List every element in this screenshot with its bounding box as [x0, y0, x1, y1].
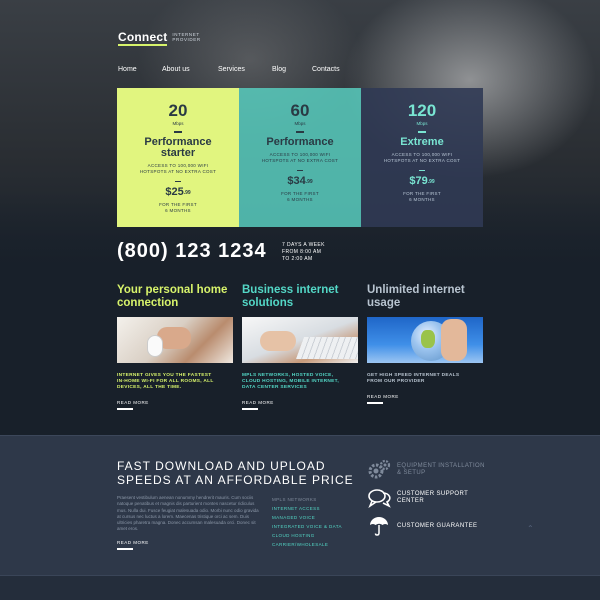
link-item[interactable]: CLOUD HOSTING [272, 531, 342, 540]
logo-wordmark: Connect [118, 30, 168, 46]
keyboard-shape [295, 337, 358, 359]
nav-item-blog[interactable]: Blog [272, 66, 312, 73]
feature-text: GET HIGH SPEED INTERNET DEALS FROM OUR P… [367, 373, 460, 384]
nav-item-services[interactable]: Services [218, 66, 272, 73]
feature-title: Your personal home connection [117, 284, 228, 309]
plan-unit: Mbps [172, 121, 184, 126]
service-label: CUSTOMER SUPPORT CENTER [397, 491, 469, 504]
service-item-support[interactable]: CUSTOMER SUPPORT CENTER [367, 484, 487, 512]
service-label: EQUIPMENT INSTALLATION & SETUP [397, 463, 485, 476]
read-more-link[interactable]: READ MORE [367, 394, 399, 404]
link-item[interactable]: INTERNET ACCESS [272, 504, 342, 513]
feature-title: Business internet solutions [242, 284, 339, 309]
plan-price: $34.99 [287, 175, 313, 187]
plan-name: Performance [266, 135, 334, 148]
main-nav: Home About us Services Blog Contacts [118, 66, 340, 73]
logo[interactable]: Connect INTERNET PROVIDER [118, 30, 206, 46]
plan-card-performance[interactable]: 60 Mbps Performance ACCESS TO 100,000 WI… [239, 88, 361, 227]
plan-note: FOR THE FIRST 6 MONTHS [159, 202, 197, 213]
section-paragraph: Praesent vestibulum aenean nonummy hendr… [117, 495, 259, 532]
nav-item-home[interactable]: Home [118, 66, 162, 73]
plan-speed: 120 [407, 101, 437, 120]
service-item-guarantee[interactable]: CUSTOMER GUARANTEE [367, 512, 487, 540]
read-more-link[interactable]: READ MORE [117, 540, 149, 550]
feature-home-connection: Your personal home connection INTERNET G… [117, 284, 233, 410]
feature-text: MPLS NETWORKS, HOSTED VOICE, CLOUD HOSTI… [242, 373, 339, 390]
service-list: EQUIPMENT INSTALLATION & SETUP CUSTOMER … [367, 456, 487, 540]
feature-business-solutions: Business internet solutions MPLS NETWORK… [242, 284, 358, 410]
plan-name: Performance starter [144, 135, 212, 159]
feature-unlimited-usage: Unlimited internet usage GET HIGH SPEED … [367, 284, 483, 404]
plan-card-extreme[interactable]: 120 Mbps Extreme ACCESS TO 100,000 WIFI … [361, 88, 483, 227]
divider [419, 169, 425, 171]
plan-price: $25.99 [165, 186, 191, 198]
plan-description: ACCESS TO 100,000 WIFI HOTSPOTS AT NO EX… [261, 151, 339, 163]
service-label: CUSTOMER GUARANTEE [397, 522, 478, 529]
read-more-link[interactable]: READ MORE [242, 400, 274, 410]
feature-title: Unlimited internet usage [367, 284, 465, 309]
bottom-section: FAST DOWNLOAD AND UPLOAD SPEEDS AT AN AF… [0, 435, 600, 575]
plan-note: FOR THE FIRST 6 MONTHS [281, 191, 319, 202]
nav-item-about[interactable]: About us [162, 66, 218, 73]
plan-description: ACCESS TO 100,000 WIFI HOTSPOTS AT NO EX… [139, 162, 217, 174]
service-item-equipment[interactable]: EQUIPMENT INSTALLATION & SETUP [367, 456, 487, 484]
plan-price: $79.99 [409, 175, 435, 187]
section-title: FAST DOWNLOAD AND UPLOAD SPEEDS AT AN AF… [117, 459, 354, 487]
plan-speed: 20 [168, 101, 188, 120]
logo-tagline: INTERNET PROVIDER [172, 32, 201, 42]
divider [297, 169, 303, 171]
link-item[interactable]: INTEGRATED VOICE & DATA [272, 522, 342, 531]
feature-image [242, 317, 358, 363]
chat-bubbles-icon [367, 486, 391, 510]
divider [418, 131, 426, 133]
plan-card-starter[interactable]: 20 Mbps Performance starter ACCESS TO 10… [117, 88, 239, 227]
plan-unit: Mbps [416, 121, 428, 126]
footer [0, 575, 600, 600]
link-item[interactable]: MANAGED VOICE [272, 513, 342, 522]
feature-text: INTERNET GIVES YOU THE FASTEST IN-HOME W… [117, 373, 214, 390]
nav-item-contacts[interactable]: Contacts [312, 66, 340, 73]
plan-name: Extreme [400, 135, 444, 148]
plan-speed: 60 [290, 101, 310, 120]
phone-number[interactable]: (800) 123 1234 [117, 240, 267, 263]
mouse-shape [147, 335, 163, 357]
feature-image [117, 317, 233, 363]
hand-shape [260, 331, 296, 351]
link-item[interactable]: CARRIER/WHOLESALE [272, 540, 342, 549]
read-more-link[interactable]: READ MORE [117, 400, 149, 410]
services-link-list: MPLS NETWORKS INTERNET ACCESS MANAGED VO… [272, 495, 342, 549]
gears-icon [367, 458, 391, 482]
chevron-up-icon[interactable]: ⌃ [527, 524, 534, 533]
hand-shape [441, 319, 467, 361]
plan-unit: Mbps [294, 121, 306, 126]
link-item[interactable]: MPLS NETWORKS [272, 495, 342, 504]
feature-image [367, 317, 483, 363]
divider [175, 180, 181, 182]
plan-note: FOR THE FIRST 6 MONTHS [403, 191, 441, 202]
pricing-plans: 20 Mbps Performance starter ACCESS TO 10… [117, 88, 483, 227]
umbrella-icon [367, 514, 391, 538]
plan-description: ACCESS TO 100,000 WIFI HOTSPOTS AT NO EX… [383, 151, 461, 163]
divider [296, 131, 304, 133]
divider [174, 131, 182, 133]
opening-hours: 7 DAYS A WEEK FROM 8:00 AM TO 2:00 AM [282, 242, 325, 262]
